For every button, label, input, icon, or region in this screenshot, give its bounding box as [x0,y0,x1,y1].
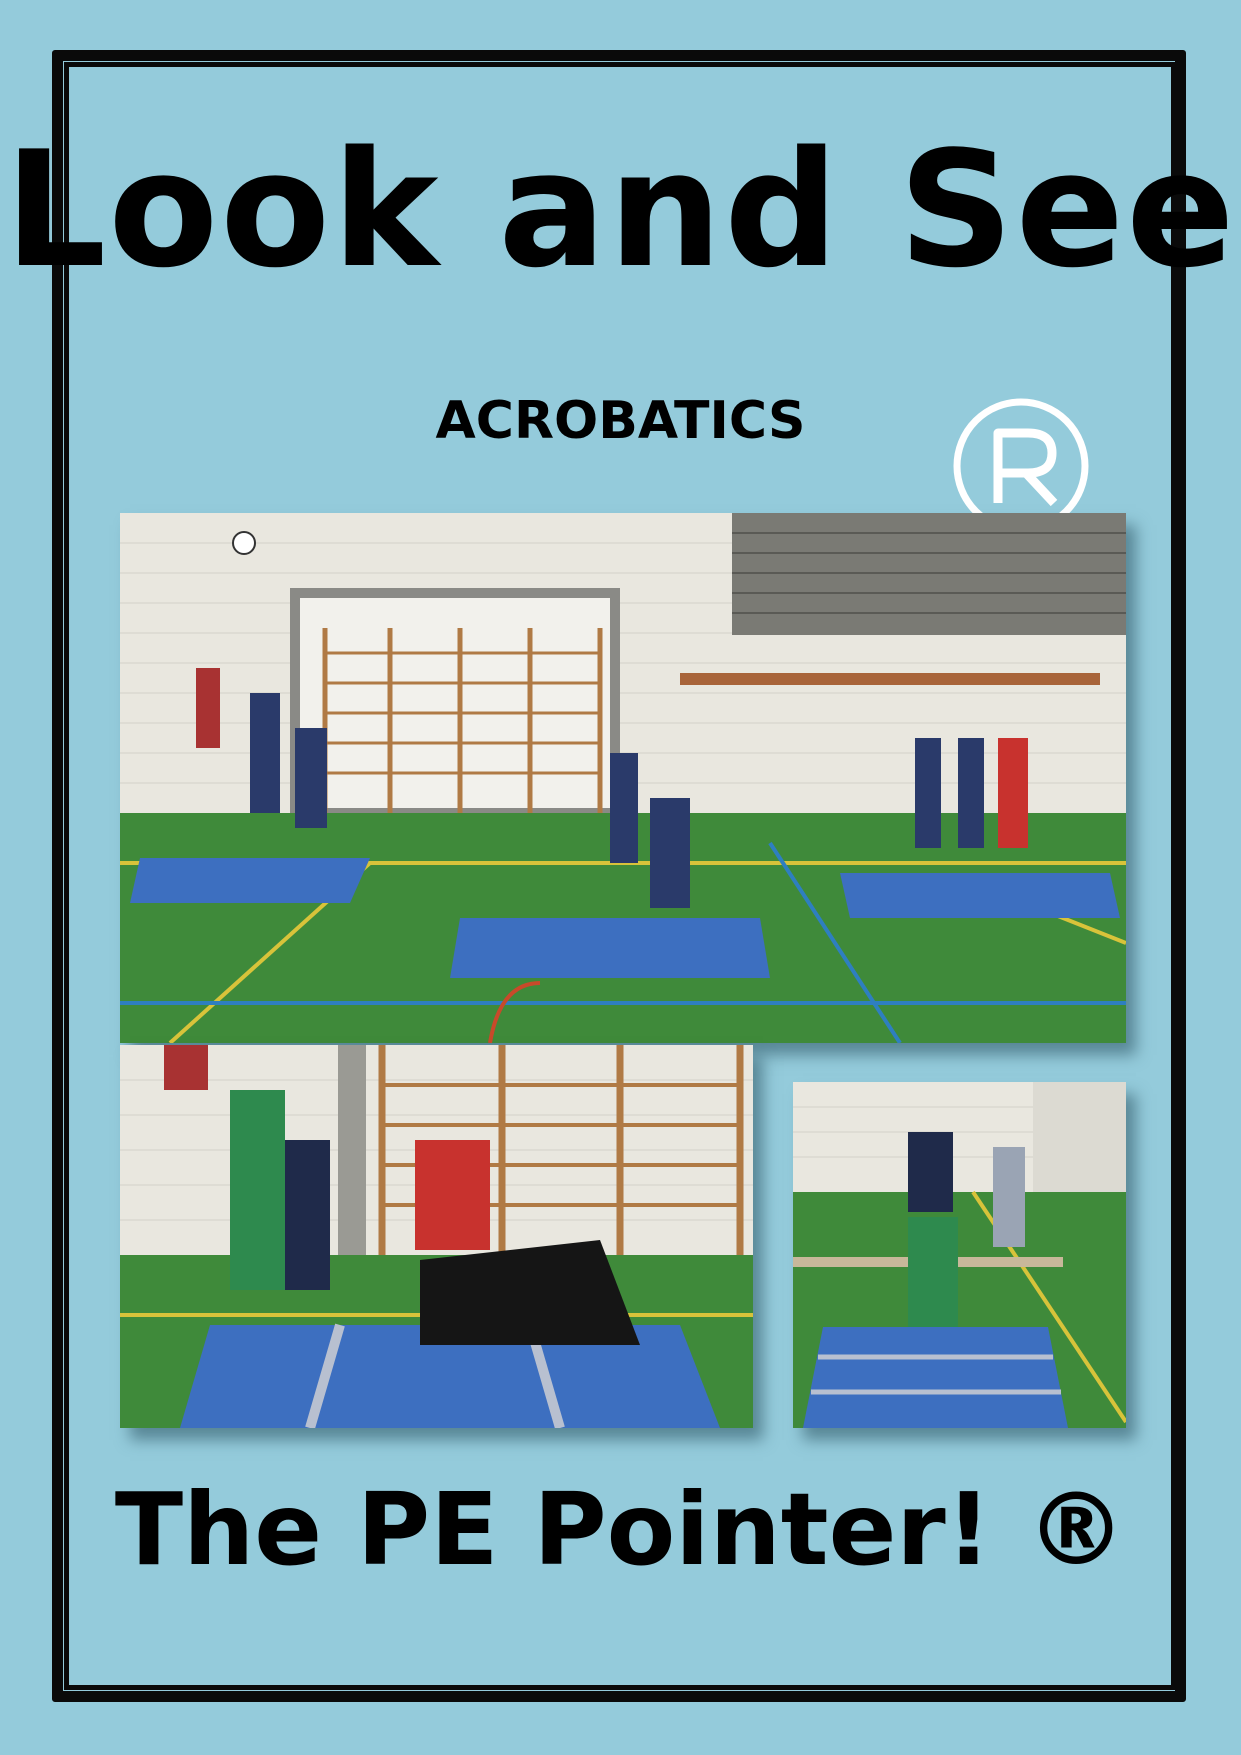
gym-photo-pair-balance [793,1082,1126,1428]
footer-brand: The PE Pointer! ® [114,1471,1127,1588]
gym-photo-acrobatics-groups [120,513,1126,1043]
page-title: Look and See [4,116,1237,303]
gym-photo-group-balance [120,1045,753,1428]
